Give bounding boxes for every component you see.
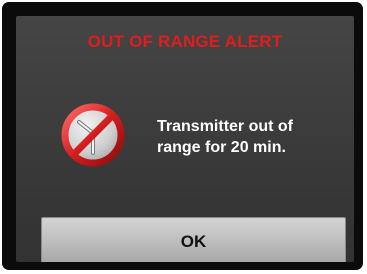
alert-screen: OUT OF RANGE ALERT Transmitter out of ra… — [16, 16, 354, 262]
device-frame: OUT OF RANGE ALERT Transmitter out of ra… — [2, 2, 363, 270]
ok-button-label: OK — [180, 232, 207, 251]
no-signal-icon — [58, 100, 128, 170]
ok-button[interactable]: OK — [41, 217, 346, 262]
alert-message-line-2: range for 20 min. — [157, 139, 286, 156]
alert-message: Transmitter out of range for 20 min. — [157, 116, 347, 158]
alert-message-line-1: Transmitter out of — [157, 118, 294, 135]
alert-title: OUT OF RANGE ALERT — [87, 32, 283, 51]
